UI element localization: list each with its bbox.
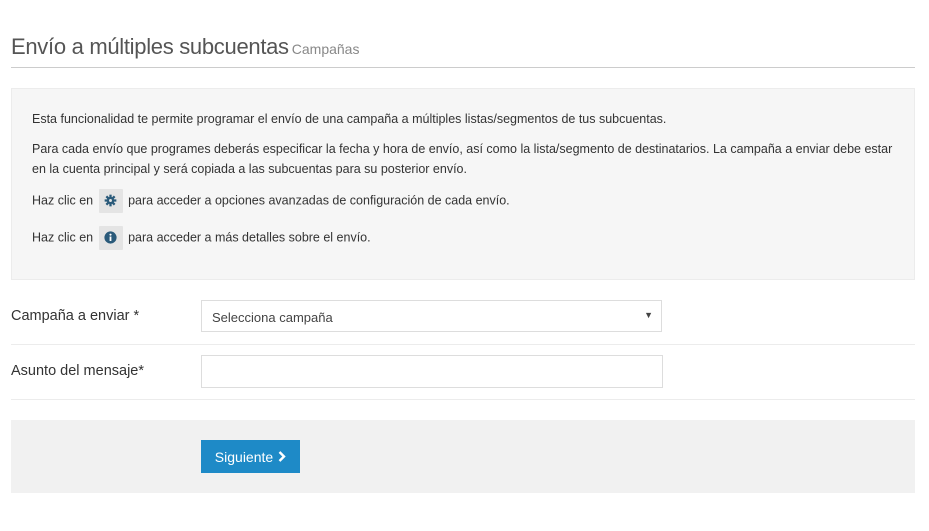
form-footer: Siguiente bbox=[11, 420, 915, 493]
campaign-row: Campaña a enviar * Selecciona campaña ▼ bbox=[11, 290, 915, 345]
info-text-1: Esta funcionalidad te permite programar … bbox=[32, 112, 667, 126]
chevron-right-icon bbox=[278, 449, 286, 465]
next-button-label: Siguiente bbox=[214, 448, 274, 465]
info-text-4: Haz clic en para acceder a más detalles … bbox=[32, 226, 897, 250]
subject-input[interactable] bbox=[201, 355, 663, 388]
page-title: Envío a múltiples subcuentas bbox=[11, 34, 289, 59]
info-panel: Esta funcionalidad te permite programar … bbox=[11, 88, 915, 280]
info-text-4-after: para acceder a más detalles sobre el env… bbox=[128, 230, 371, 245]
info-text-3-after: para acceder a opciones avanzadas de con… bbox=[128, 193, 510, 208]
subject-row: Asunto del mensaje* bbox=[11, 345, 915, 400]
subject-label: Asunto del mensaje* bbox=[11, 363, 144, 379]
info-text-3-before: Haz clic en bbox=[32, 193, 94, 208]
info-text-4-before: Haz clic en bbox=[32, 230, 94, 245]
gear-icon bbox=[98, 189, 123, 213]
info-icon bbox=[98, 226, 123, 250]
campaign-select[interactable]: Selecciona campaña ▼ bbox=[201, 300, 662, 332]
info-text-2: Para cada envío que programes deberás es… bbox=[32, 142, 893, 176]
page-heading: Envío a múltiples subcuentas Campañas bbox=[11, 34, 915, 68]
next-button[interactable]: Siguiente bbox=[201, 440, 300, 473]
campaign-select-value: Selecciona campaña bbox=[212, 310, 333, 325]
info-text-3: Haz clic en para acceder a opciones avan… bbox=[32, 189, 897, 213]
caret-down-icon: ▼ bbox=[644, 310, 653, 320]
campaign-label: Campaña a enviar * bbox=[11, 308, 140, 324]
page-subtitle: Campañas bbox=[291, 41, 360, 57]
